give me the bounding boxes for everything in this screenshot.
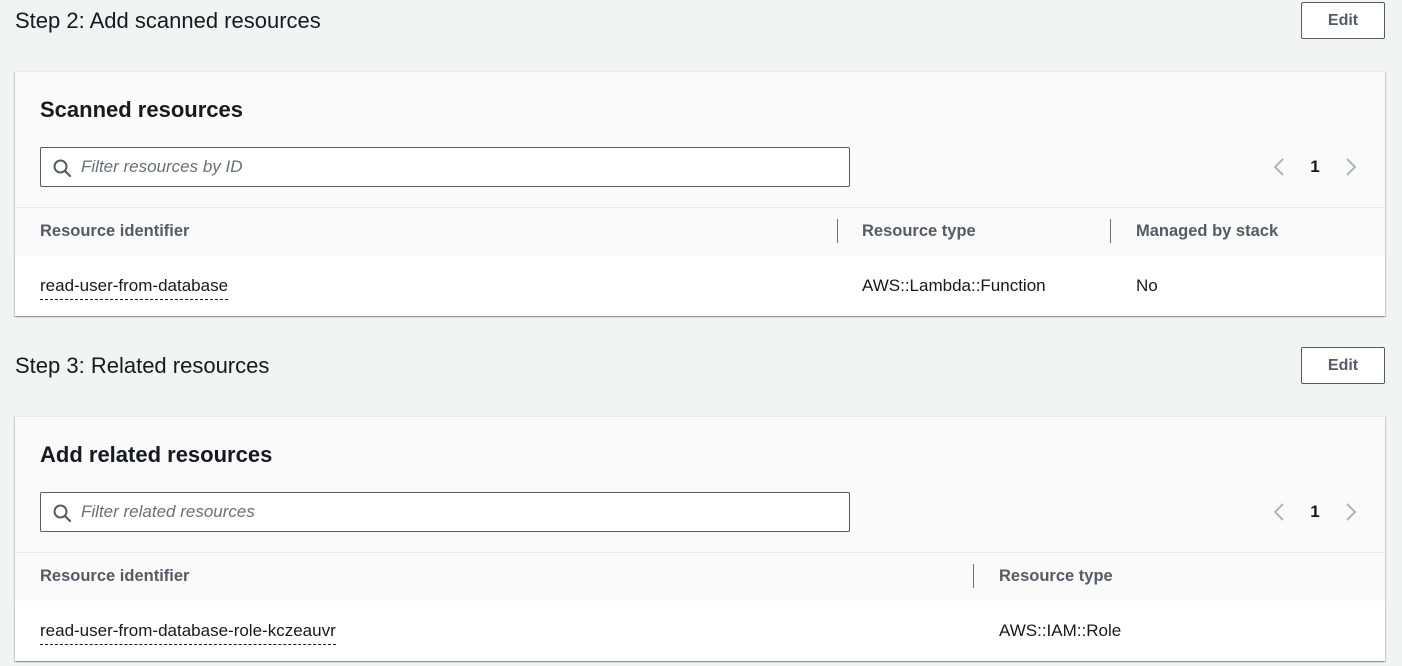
resource-type-cell: AWS::IAM::Role (999, 621, 1122, 640)
table-row: read-user-from-database-role-kczeauvr AW… (15, 601, 1385, 661)
column-divider[interactable] (837, 219, 838, 243)
filter-resources-input[interactable] (81, 148, 841, 186)
step3-title: Step 3: Related resources (15, 353, 270, 378)
chevron-left-icon[interactable] (1270, 157, 1290, 177)
chevron-right-icon[interactable] (1340, 157, 1360, 177)
column-divider[interactable] (1110, 219, 1111, 243)
step3-header: Step 3: Related resources Edit (15, 347, 1385, 387)
pagination: 1 (1270, 154, 1360, 180)
managed-by-stack-cell: No (1136, 276, 1158, 295)
page-number[interactable]: 1 (1305, 157, 1325, 177)
step2-title: Step 2: Add scanned resources (15, 8, 321, 33)
column-header-type: Resource type (862, 222, 976, 240)
column-header-type: Resource type (999, 567, 1113, 585)
column-header-identifier: Resource identifier (40, 222, 190, 240)
search-icon (53, 159, 71, 177)
column-divider[interactable] (973, 564, 974, 588)
resource-type-cell: AWS::Lambda::Function (862, 276, 1046, 295)
table-header: Resource identifier Resource type Manage… (15, 207, 1385, 257)
chevron-left-icon[interactable] (1270, 502, 1290, 522)
table-row: read-user-from-database AWS::Lambda::Fun… (15, 256, 1385, 316)
related-resources-panel: Add related resources 1 Resource identif… (15, 416, 1385, 661)
step3-edit-button[interactable]: Edit (1301, 347, 1385, 384)
filter-related-input[interactable] (81, 493, 841, 531)
column-header-identifier: Resource identifier (40, 567, 190, 585)
panel-title: Add related resources (40, 442, 273, 467)
step2-header: Step 2: Add scanned resources Edit (15, 2, 1385, 42)
chevron-right-icon[interactable] (1340, 502, 1360, 522)
filter-resources-field[interactable] (40, 147, 850, 187)
resource-identifier-link[interactable]: read-user-from-database-role-kczeauvr (40, 621, 336, 645)
panel-title: Scanned resources (40, 97, 243, 122)
search-icon (53, 504, 71, 522)
column-header-managed: Managed by stack (1136, 222, 1279, 240)
step2-edit-button[interactable]: Edit (1301, 2, 1385, 39)
page-number[interactable]: 1 (1305, 502, 1325, 522)
scanned-resources-panel: Scanned resources 1 Resource identifier … (15, 71, 1385, 316)
pagination: 1 (1270, 499, 1360, 525)
table-header: Resource identifier Resource type (15, 552, 1385, 602)
resource-identifier-link[interactable]: read-user-from-database (40, 276, 229, 300)
filter-related-field[interactable] (40, 492, 850, 532)
